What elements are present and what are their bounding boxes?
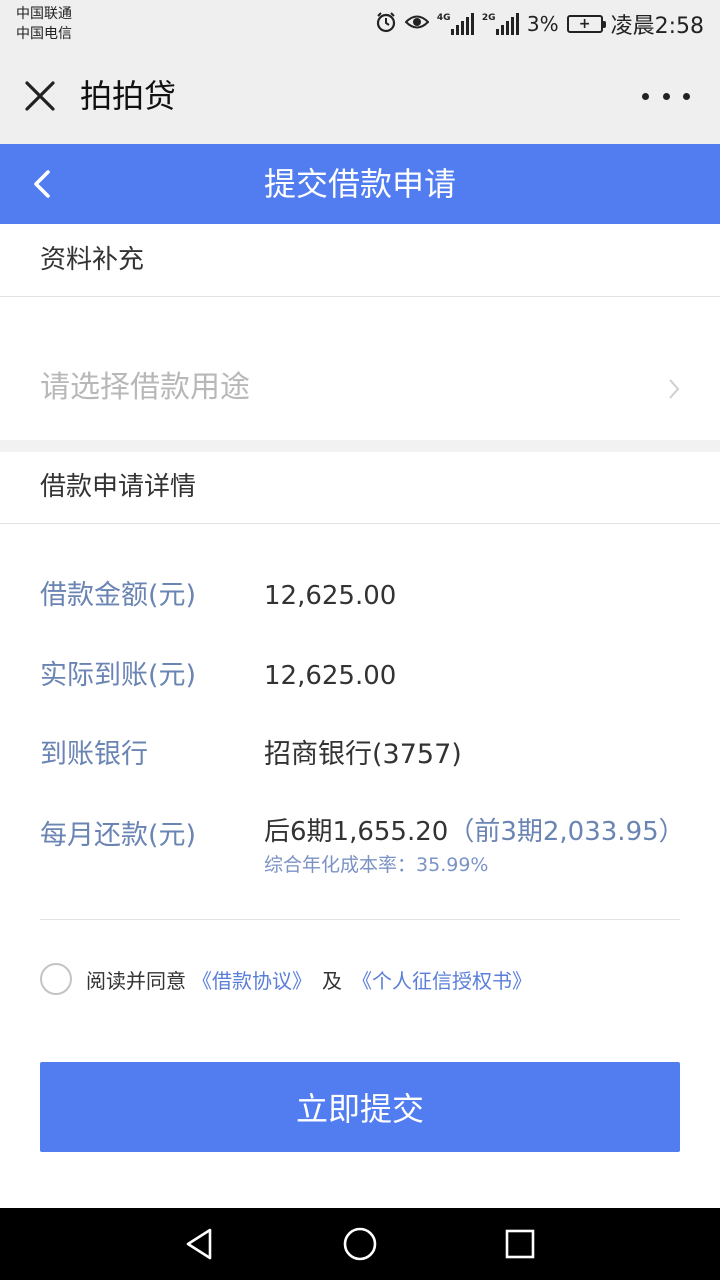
home-circle-icon[interactable] [340, 1224, 380, 1264]
android-nav-bar [0, 1208, 720, 1280]
loan-amount-label: 借款金额(元) [40, 580, 197, 611]
recents-square-icon[interactable] [500, 1224, 540, 1264]
annual-rate-value: 35.99% [416, 854, 489, 876]
credit-authorization-link[interactable]: 《个人征信授权书》 [352, 965, 532, 994]
bank-value: 招商银行(3757) [264, 739, 462, 770]
page-header: 提交借款申请 [0, 144, 720, 224]
agreement-row: 阅读并同意 《借款协议》 及 《个人征信授权书》 [40, 962, 538, 996]
agreement-and: 及 [322, 968, 342, 993]
section-separator [0, 440, 720, 452]
agreement-prefix: 阅读并同意 [86, 968, 186, 993]
loan-agreement-link[interactable]: 《借款协议》 [192, 965, 312, 994]
network-type-2: 2G [481, 13, 496, 23]
carrier-1: 中国联通 [16, 6, 72, 22]
annual-rate-label: 综合年化成本率： [264, 854, 417, 876]
eye-icon [404, 13, 430, 35]
section-title-details: 借款申请详情 [40, 472, 197, 502]
carrier-info: 中国联通 中国电信 [16, 4, 72, 44]
network-type-1: 4G [436, 13, 451, 23]
battery-percent: 3% [526, 12, 559, 36]
section-title-supplement: 资料补充 [40, 245, 145, 275]
app-title: 拍拍贷 [80, 77, 177, 115]
back-triangle-icon[interactable] [180, 1224, 220, 1264]
page-title: 提交借款申请 [263, 165, 456, 203]
divider [40, 919, 680, 920]
received-amount-value: 12,625.00 [264, 661, 397, 691]
status-bar: 中国联通 中国电信 4G 2G 3% + 凌晨2:58 [0, 0, 720, 48]
signal-icon: 4G [437, 13, 474, 35]
loan-purpose-placeholder: 请选择借款用途 [40, 370, 250, 405]
repayment-later-periods: 后6期1,655.20 [264, 817, 449, 847]
signal-icon-2: 2G [482, 13, 519, 35]
divider [0, 523, 720, 524]
carrier-2: 中国电信 [16, 26, 72, 42]
title-bar: 拍拍贷 [0, 48, 720, 144]
monthly-repayment-value: 后6期1,655.20（前3期2,033.95） [264, 812, 685, 852]
annual-cost-rate: 综合年化成本率：35.99% [264, 852, 488, 878]
received-amount-label: 实际到账(元) [40, 660, 197, 691]
bank-label: 到账银行 [40, 739, 148, 770]
status-indicators: 4G 2G 3% + 凌晨2:58 [375, 8, 704, 40]
close-icon[interactable] [20, 76, 60, 116]
chevron-right-icon [664, 377, 684, 401]
clock: 凌晨2:58 [610, 14, 704, 39]
more-icon[interactable] [642, 82, 690, 110]
agreement-checkbox[interactable] [40, 963, 72, 995]
submit-button[interactable]: 立即提交 [40, 1062, 680, 1152]
battery-icon: + [566, 15, 606, 33]
alarm-icon [375, 11, 397, 37]
loan-purpose-select[interactable]: 请选择借款用途 [0, 297, 720, 440]
loan-amount-value: 12,625.00 [264, 581, 397, 611]
repayment-first-periods: （前3期2,033.95） [448, 817, 685, 847]
monthly-repayment-label: 每月还款(元) [40, 820, 197, 851]
